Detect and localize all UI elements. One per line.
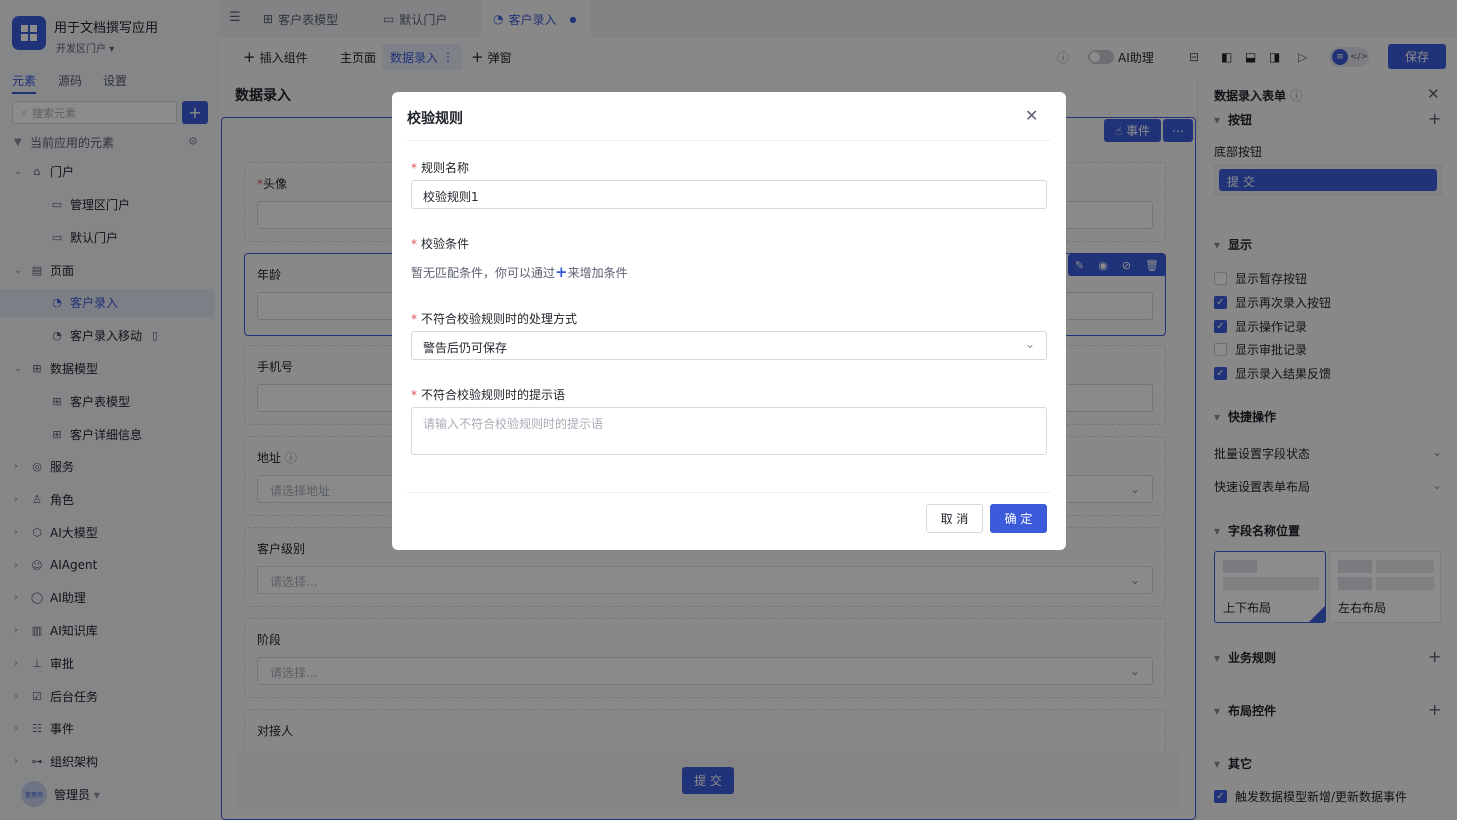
condition-hint: 暂无匹配条件，你可以通过+来增加条件 (411, 263, 628, 281)
chevron-down-icon: ⌄ (1024, 337, 1035, 351)
tip-textarea[interactable]: 请输入不符合校验规则时的提示语 (411, 407, 1047, 455)
confirm-button[interactable]: 确 定 (990, 504, 1047, 533)
tip-label: * 不符合校验规则时的提示语 (411, 388, 566, 402)
close-icon[interactable]: ✕ (1025, 106, 1038, 125)
validation-rule-dialog: 校验规则 ✕ * 规则名称 校验规则1 * 校验条件 暂无匹配条件，你可以通过+来增… (392, 92, 1066, 550)
divider (407, 140, 1051, 141)
divider (407, 492, 1051, 493)
condition-label: * 校验条件 (411, 237, 470, 251)
handling-select[interactable]: 警告后仍可保存 ⌄ (411, 331, 1047, 360)
cancel-button[interactable]: 取 消 (926, 504, 983, 533)
rule-name-input[interactable]: 校验规则1 (411, 180, 1047, 209)
add-condition-icon[interactable]: + (555, 263, 568, 281)
dialog-title: 校验规则 (407, 111, 463, 127)
handling-label: * 不符合校验规则时的处理方式 (411, 312, 578, 326)
rule-name-label: * 规则名称 (411, 161, 470, 175)
